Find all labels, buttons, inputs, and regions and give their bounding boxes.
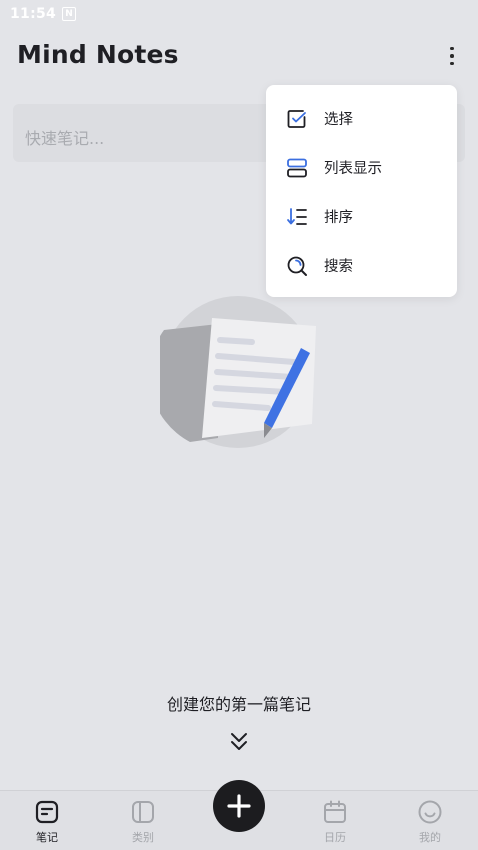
menu-item-list-view[interactable]: 列表显示 <box>266 143 457 192</box>
status-bar: 11:54 N <box>0 0 478 28</box>
calendar-icon <box>324 800 346 823</box>
dot <box>450 46 454 51</box>
menu-item-sort[interactable]: 排序 <box>266 192 457 241</box>
options-menu: 选择 列表显示 排序 搜索 <box>266 85 457 297</box>
sort-icon <box>286 206 308 228</box>
tab-label: 类别 <box>132 831 154 844</box>
tab-profile[interactable]: 我的 <box>395 791 465 850</box>
tab-label: 我的 <box>419 831 441 844</box>
list-view-icon <box>286 157 308 179</box>
dot <box>450 54 454 58</box>
category-icon <box>132 801 154 823</box>
tab-label: 日历 <box>324 831 346 844</box>
tab-category[interactable]: 类别 <box>108 791 178 850</box>
more-options-button[interactable] <box>438 42 466 70</box>
search-icon <box>286 255 308 277</box>
menu-item-label: 搜索 <box>324 259 353 275</box>
tab-notes[interactable]: 笔记 <box>12 791 82 850</box>
menu-item-label: 列表显示 <box>324 161 382 177</box>
empty-notes-illustration <box>149 292 320 452</box>
menu-item-label: 选择 <box>324 112 353 128</box>
tab-label: 笔记 <box>36 831 58 844</box>
profile-icon <box>418 800 442 824</box>
plus-icon <box>227 794 251 818</box>
page-title: Mind Notes <box>17 40 179 69</box>
chevron-down-icon <box>231 733 247 750</box>
menu-item-select[interactable]: 选择 <box>266 94 457 143</box>
menu-item-label: 排序 <box>324 210 353 226</box>
tab-calendar[interactable]: 日历 <box>300 791 370 850</box>
select-checkbox-icon <box>286 108 308 130</box>
notification-icon: N <box>62 7 77 21</box>
dot <box>450 61 454 66</box>
add-note-button[interactable] <box>213 780 265 832</box>
empty-state-message: 创建您的第一篇笔记 <box>166 695 311 714</box>
menu-item-search[interactable]: 搜索 <box>266 241 457 290</box>
status-time: 11:54 <box>10 6 57 22</box>
notes-icon <box>35 800 59 824</box>
